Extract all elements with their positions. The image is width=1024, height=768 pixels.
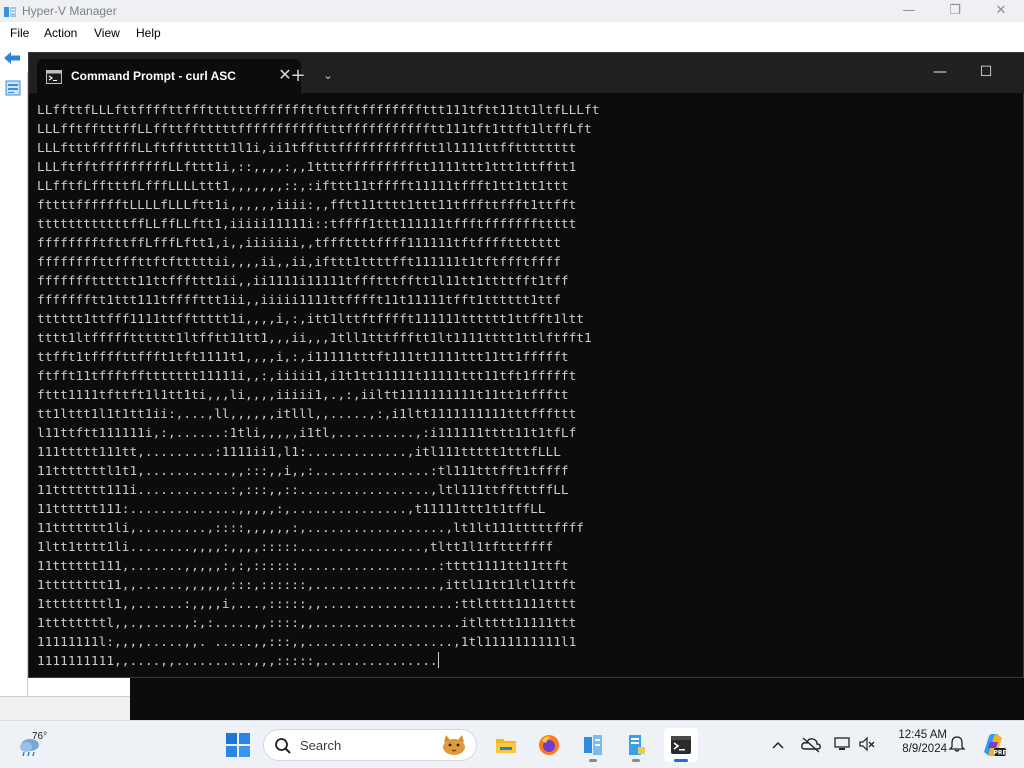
hyperv-status-strip [0,696,130,720]
copilot-icon[interactable]: PRE [980,732,1007,762]
server-icon [629,735,645,755]
terminal-ascii-art-output: LLffttfLLLfttffffttfffttttttffffffftfttf… [37,103,600,669]
network-icon[interactable] [833,735,851,757]
terminal-window: Command Prompt - curl ASC ✕ + ⌄ — ☐ LLff… [28,52,1024,678]
svg-text:PRE: PRE [993,750,1006,757]
tab-dropdown-chevron-icon[interactable]: ⌄ [317,65,339,87]
menu-file[interactable]: File [10,26,29,40]
hyperv-window-title: Hyper-V Manager [22,4,117,18]
back-arrow-icon[interactable] [3,50,21,70]
volume-muted-icon[interactable] [858,735,876,757]
search-highlight-cat-icon [438,732,472,762]
running-indicator [632,759,640,762]
terminal-icon [671,736,691,754]
firefox-icon [539,735,559,755]
menu-action[interactable]: Action [44,26,77,40]
clock-date: 8/9/2024 [902,743,947,755]
hyperv-menubar: File Action View Help [0,22,1024,46]
onedrive-cloud-icon[interactable] [800,735,822,757]
show-hidden-icons-chevron-up-icon[interactable] [770,735,786,755]
new-tab-button[interactable]: + [287,65,309,87]
taskbar-clock[interactable]: 12:45 AM 8/9/2024 [885,729,947,755]
hyperv-titlebar[interactable]: Hyper-V Manager — ❐ ✕ [0,0,1024,22]
background-dark-strip [130,678,1024,720]
search-icon [274,737,292,759]
clock-time: 12:45 AM [898,729,947,741]
terminal-maximize-button[interactable]: ☐ [963,57,1009,87]
taskbar-hyperv-connect[interactable] [619,728,653,762]
start-button-windows-icon[interactable] [224,731,252,759]
terminal-cursor [437,652,439,668]
notifications-bell-icon[interactable] [948,735,966,757]
search-placeholder: Search [300,738,342,753]
hyperv-app-icon [3,4,17,18]
hyperv-close-button[interactable]: ✕ [978,0,1024,22]
terminal-titlebar[interactable]: Command Prompt - curl ASC ✕ + ⌄ — ☐ [29,53,1024,93]
weather-temperature: 76° [32,731,48,742]
hyperv-icon [584,735,602,755]
taskbar-search-box[interactable]: Search [263,729,477,761]
hyperv-server-icon[interactable] [5,80,21,100]
active-indicator [674,759,688,762]
menu-help[interactable]: Help [136,26,161,40]
running-indicator [589,759,597,762]
terminal-tab-title: Command Prompt - curl ASC [71,69,236,83]
hyperv-navigation-pane [0,72,28,696]
menu-view[interactable]: View [94,26,120,40]
hyperv-minimize-button[interactable]: — [886,0,932,22]
hyperv-maximize-button[interactable]: ❐ [932,0,978,22]
terminal-tab[interactable]: Command Prompt - curl ASC ✕ [37,59,301,93]
taskbar-terminal[interactable] [664,728,698,762]
taskbar-hyperv-manager[interactable] [576,728,610,762]
taskbar-firefox[interactable] [532,728,566,762]
terminal-minimize-button[interactable]: — [917,57,963,87]
windows-taskbar: 76° Search 12:45 AM 8/9/2024 PRE [0,720,1024,768]
weather-widget[interactable]: 76° [14,729,64,763]
terminal-output-area[interactable]: LLffttfLLLfttffffttfffttttttffffffftfttf… [37,101,1017,673]
folder-icon [496,739,516,753]
taskbar-file-explorer[interactable] [489,728,523,762]
command-prompt-icon [46,69,62,88]
